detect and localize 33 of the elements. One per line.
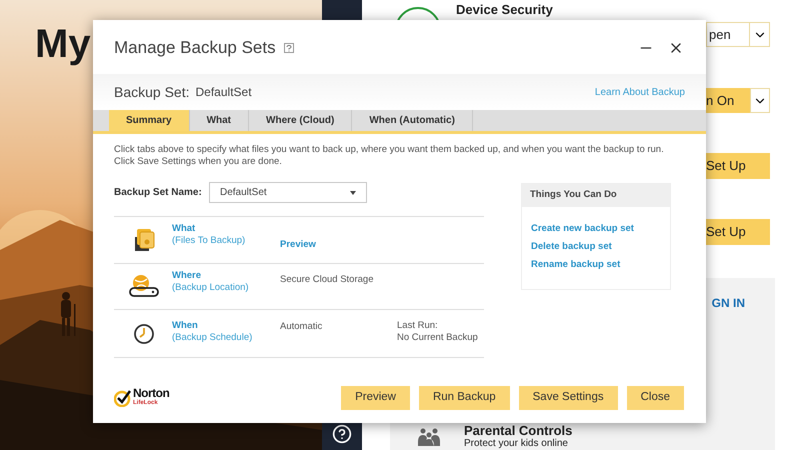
backup-set-name-label: Backup Set Name: [114,186,203,200]
logo-name: Norton [133,388,170,398]
dialog-button[interactable]: Run Backup [418,386,510,410]
page-heading: My [35,21,91,68]
dropdown-select[interactable]: pen [706,22,770,47]
backup-set-label: Backup Set: [114,82,190,102]
set-up-button[interactable]: Set Up [706,153,770,179]
actions-panel-title: Things You Can Do [530,188,617,202]
clock-icon [133,322,155,344]
check-logo-icon [114,389,132,407]
last-run-label: Last Run: [397,320,439,332]
dropdown-arrow-icon [350,190,356,194]
instruction-text: Click tabs above to specify what files you want to back up, where you want them backed up, and when you want the backup to run. [114,144,665,156]
people-icon [418,428,440,446]
feature-subtitle: Protect your kids online [464,438,569,450]
dialog-button[interactable]: Preview [341,386,410,410]
row-value: Secure Cloud Storage [280,274,374,284]
device-security-label: Device Security [456,3,553,17]
sign-in-link[interactable]: GN IN [712,294,745,312]
backup-set-value: DefaultSet [196,84,252,101]
drive-icon [128,274,160,298]
dialog-title: Manage Backup Sets [114,37,276,60]
backup-set-dropdown[interactable]: DefaultSet [209,182,367,203]
dialog-button[interactable]: Close [626,386,684,410]
tab[interactable]: Summary [109,110,190,131]
feature-title: Parental Controls [464,424,572,438]
row-value: Automatic [280,321,322,332]
turn-on-button[interactable]: n On [706,88,770,113]
dialog-button[interactable]: Save Settings [518,386,618,410]
set-up-button[interactable]: Set Up [706,219,770,245]
last-run-value: No Current Backup [397,332,478,344]
files-icon [133,226,155,253]
instruction-text: Click Save Settings when you are done. [114,156,283,168]
